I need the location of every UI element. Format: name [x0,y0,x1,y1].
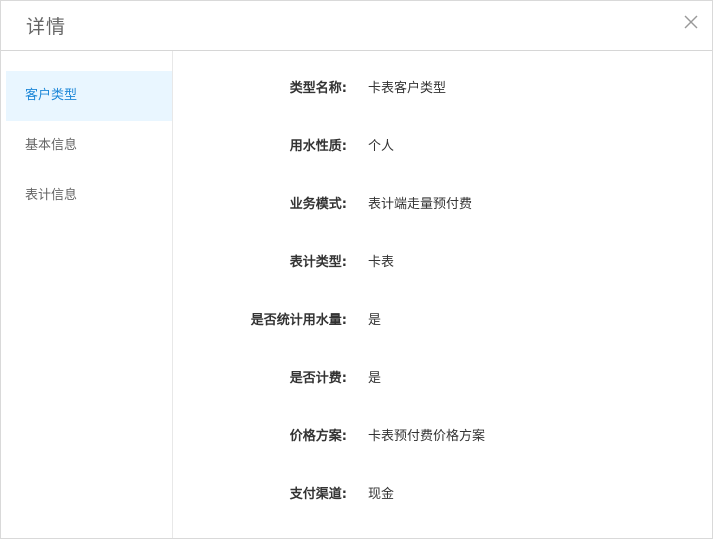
detail-value: 现金 [368,487,395,502]
detail-row: 用水性质: 个人 [173,135,712,155]
detail-value: 表计端走量预付费 [368,197,473,212]
detail-row: 价格方案: 卡表预付费价格方案 [173,425,712,445]
dialog-header: 详情 [1,1,712,51]
detail-label: 业务模式: [289,197,347,212]
close-icon [684,15,698,29]
detail-dialog: 详情 客户类型 基本信息 表计信息 类型名称: 卡表客户类型 用水性质: 个人 … [0,0,713,539]
detail-value: 个人 [368,139,395,154]
detail-row: 业务模式: 表计端走量预付费 [173,193,712,213]
detail-label: 表计类型: [289,255,347,270]
detail-label: 用水性质: [289,139,347,154]
detail-row: 是否统计用水量: 是 [173,309,712,329]
detail-label: 是否统计用水量: [250,313,347,328]
detail-row: 表计类型: 卡表 [173,251,712,271]
detail-row: 是否计费: 是 [173,367,712,387]
detail-row: 支付渠道: 现金 [173,483,712,503]
detail-label: 类型名称: [289,81,347,96]
detail-value: 是 [368,313,382,328]
detail-label: 支付渠道: [289,487,347,502]
detail-value: 卡表 [368,255,395,270]
detail-label: 是否计费: [289,371,347,386]
close-button[interactable] [682,13,700,31]
dialog-title: 详情 [26,16,67,38]
detail-value: 卡表预付费价格方案 [368,429,486,444]
detail-value: 是 [368,371,382,386]
detail-label: 价格方案: [289,429,347,444]
detail-content: 类型名称: 卡表客户类型 用水性质: 个人 业务模式: 表计端走量预付费 表计类… [173,51,712,538]
detail-row: 类型名称: 卡表客户类型 [173,77,712,97]
detail-value: 卡表客户类型 [368,81,447,96]
